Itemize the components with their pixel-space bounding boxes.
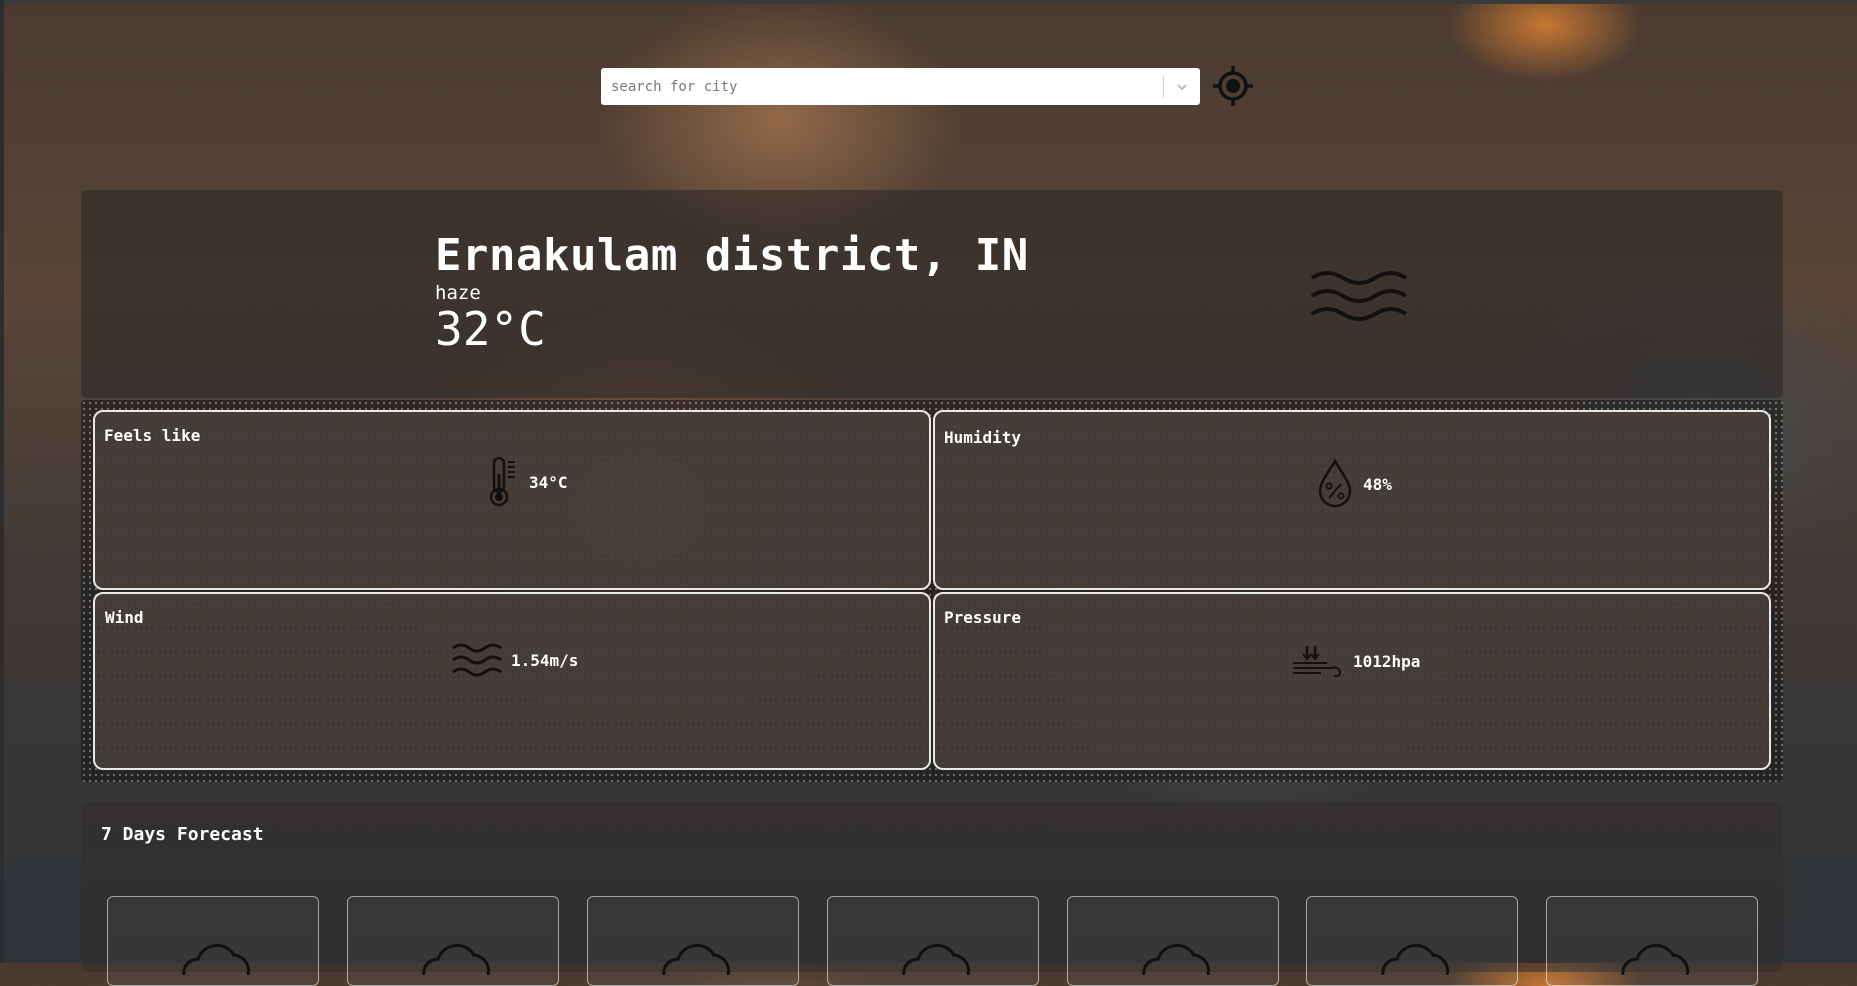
weather-condition: haze (435, 282, 481, 304)
forecast-section: 7 Days Forecast (81, 802, 1783, 986)
current-location-button[interactable] (1210, 63, 1256, 109)
weather-details-grid: Feels like 34°C Humidity 48% Wind 1.54m/… (81, 400, 1783, 782)
feels-like-label: Feels like (104, 426, 201, 445)
wind-icon (452, 643, 502, 677)
wind-value: 1.54m/s (511, 650, 579, 670)
forecast-day-card[interactable] (347, 896, 559, 986)
forecast-title: 7 Days Forecast (101, 824, 264, 845)
search-input[interactable] (601, 68, 1163, 105)
humidity-drop-icon (1318, 458, 1352, 508)
forecast-day-card[interactable] (1067, 896, 1279, 986)
current-temperature: 32°C (435, 302, 546, 356)
forecast-day-card[interactable] (587, 896, 799, 986)
city-search-select[interactable] (601, 68, 1200, 105)
cloud-icon (662, 943, 730, 975)
cloud-icon (1621, 943, 1689, 975)
window-left-border (0, 0, 4, 963)
humidity-value: 48% (1363, 474, 1392, 494)
feels-like-value-group: 34°C (487, 456, 568, 508)
pressure-card: Pressure 1012hpa (933, 592, 1771, 770)
forecast-day-card[interactable] (107, 896, 319, 986)
humidity-value-group: 48% (1315, 458, 1392, 510)
wind-value-group: 1.54m/s (451, 640, 578, 680)
city-name: Ernakulam district, IN (435, 230, 1029, 281)
cloud-icon (1381, 943, 1449, 975)
humidity-card: Humidity 48% (933, 410, 1771, 590)
pressure-label: Pressure (944, 608, 1022, 627)
wind-label: Wind (105, 608, 144, 627)
cloud-icon (902, 943, 970, 975)
cloud-icon (1142, 943, 1210, 975)
window-top-border (0, 0, 1857, 4)
pressure-value: 1012hpa (1353, 651, 1421, 671)
pressure-value-group: 1012hpa (1291, 644, 1420, 678)
feels-like-value: 34°C (529, 472, 568, 492)
wind-card: Wind 1.54m/s (93, 592, 931, 770)
forecast-day-card[interactable] (1546, 896, 1758, 986)
chevron-down-icon[interactable] (1164, 68, 1200, 105)
feels-like-card: Feels like 34°C (93, 410, 931, 590)
current-weather-card: Ernakulam district, IN haze 32°C (81, 190, 1783, 398)
humidity-label: Humidity (944, 428, 1022, 447)
pressure-icon (1293, 646, 1342, 678)
crosshair-icon (1213, 66, 1253, 106)
haze-icon (1310, 271, 1408, 321)
thermometer-icon (489, 456, 515, 507)
forecast-day-card[interactable] (1306, 896, 1518, 986)
cloud-icon (182, 943, 250, 975)
forecast-day-card[interactable] (827, 896, 1039, 986)
cloud-icon (422, 943, 490, 975)
